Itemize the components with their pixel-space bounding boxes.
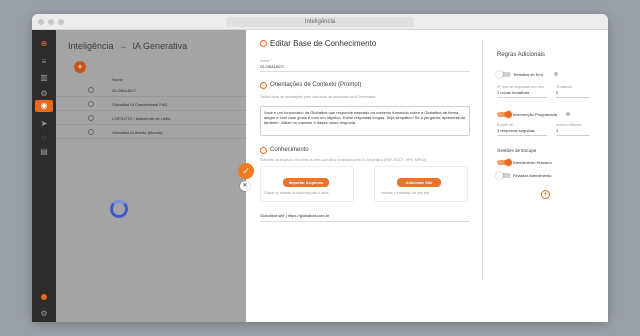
site-underline: [260, 221, 470, 222]
error-retry-label: Tentativa de Erro: [513, 72, 544, 77]
send-icon[interactable]: ➤: [38, 118, 50, 130]
drawer-title: Editar Base de Conhecimento: [270, 39, 377, 48]
prompt-icon: [260, 82, 267, 89]
add-site-button[interactable]: Adicionar Site: [397, 178, 441, 187]
orientations-title: Orientações de Contexto (Prompt): [270, 82, 362, 88]
row-name: Globalbot IA Conversional FAQ: [112, 102, 168, 107]
r1-f2-value: 0: [556, 90, 559, 95]
r2-f1-field[interactable]: 3 respostas seguidas: [497, 126, 547, 136]
error-retry-toggle[interactable]: [496, 71, 511, 78]
url-bar[interactable]: Inteligência: [226, 17, 414, 27]
help-icon[interactable]: [554, 72, 558, 76]
knowledge-icon: [260, 147, 267, 154]
chart-icon[interactable]: ▥: [38, 72, 50, 84]
r2-f1-value: 3 respostas seguidas: [497, 128, 535, 133]
end-service-toggle[interactable]: [496, 172, 511, 179]
loading-spinner: [110, 200, 128, 218]
knowledge-hint: Submeta os arquivos e/ou links ou eles q…: [260, 158, 427, 162]
human-service-label: Atendimento Humano: [513, 160, 552, 165]
table-row[interactable]: Globalbot IA Abertu (Mundo): [56, 126, 246, 139]
check-icon[interactable]: ✓: [238, 163, 254, 179]
scheduled-intervention-label: Intervenção Programada: [513, 112, 558, 117]
row-icon: [88, 87, 94, 93]
breadcrumb: Inteligência → IA Generativa: [68, 41, 187, 51]
orientations-hint: Defina dicas de orientações para direcio…: [260, 95, 377, 99]
window-controls[interactable]: [38, 19, 64, 25]
name-field[interactable]: GLOBALBOT: [260, 64, 284, 69]
logo-icon[interactable]: ⊕: [38, 38, 50, 50]
sidebar: ⊕ ≡ ▥ ⚙ ◉ ➤ ◌ ▤ ⚙: [32, 30, 56, 322]
plus-icon[interactable]: +: [541, 190, 550, 199]
name-underline: [260, 71, 470, 72]
inbox-icon[interactable]: ▤: [38, 146, 50, 158]
r1-f1-field[interactable]: 2 novas tentativas: [497, 88, 547, 98]
intelligence-icon[interactable]: ◉: [35, 100, 53, 112]
title-bar: Inteligência: [32, 14, 608, 30]
scheduled-intervention-toggle[interactable]: [497, 111, 512, 118]
import-hint: Clique ou arraste os arquivos para a áre…: [264, 191, 329, 195]
list-icon[interactable]: ≡: [38, 56, 50, 68]
import-files-button[interactable]: Importar Arquivos: [283, 178, 329, 187]
row-name: Globalbot IA Abertu (Mundo): [112, 130, 163, 135]
table-row[interactable]: Globalbot IA Conversional FAQ: [56, 98, 246, 111]
row-name: GLOBALBOT: [112, 88, 137, 93]
help-icon[interactable]: [566, 112, 570, 116]
close-icon[interactable]: ✕: [240, 181, 250, 191]
row-name: COPILOTO / Assistente de Leitio: [112, 116, 171, 121]
r1-f2-field[interactable]: 0: [556, 88, 590, 98]
r2-f2-field[interactable]: 3: [556, 126, 590, 136]
site-entry[interactable]: Globalbot site | https://globalbot.com.b…: [260, 213, 329, 218]
knowledge-base-icon: [260, 40, 267, 47]
table-row[interactable]: COPILOTO / Assistente de Leitio: [56, 112, 246, 125]
breadcrumb-separator: →: [118, 41, 128, 51]
panel-divider: [482, 40, 483, 280]
human-service-toggle[interactable]: [497, 159, 512, 166]
add-button[interactable]: +: [74, 61, 86, 73]
user-avatar[interactable]: [41, 294, 47, 300]
r1-f1-value: 2 novas tentativas: [497, 90, 530, 95]
breadcrumb-current: IA Generativa: [132, 41, 188, 51]
list-page-overlay: [56, 30, 246, 322]
table-header: Nome: [112, 77, 123, 82]
gestures-title: Gestões de Escope: [497, 148, 537, 153]
settings-icon[interactable]: ⚙: [38, 88, 50, 100]
site-hint: Informe o endereço do seu site: [381, 191, 430, 195]
knowledge-title: Conhecimento: [270, 147, 309, 153]
name-label: Nome *: [260, 59, 272, 63]
gear-icon[interactable]: ⚙: [38, 308, 50, 320]
row-icon: [88, 129, 94, 135]
prompt-textarea[interactable]: Você é um funcionário da Globalbot que r…: [260, 106, 470, 136]
chat-icon[interactable]: ◌: [38, 132, 50, 144]
r2-f2-value: 3: [556, 128, 559, 133]
rules-title: Regras Adicionais: [497, 52, 546, 58]
row-icon: [88, 115, 94, 121]
table-row[interactable]: GLOBALBOT: [56, 84, 246, 97]
row-icon: [88, 101, 94, 107]
end-service-label: Finalizar Atendimento: [513, 173, 552, 178]
breadcrumb-root[interactable]: Inteligência: [68, 41, 114, 51]
